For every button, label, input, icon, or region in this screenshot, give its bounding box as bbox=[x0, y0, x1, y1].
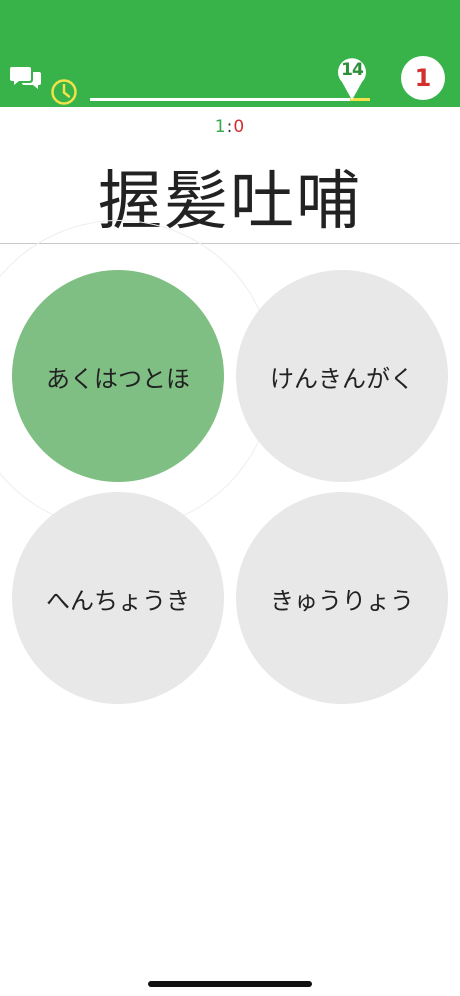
answer-option-3[interactable]: へんちょうき bbox=[12, 492, 224, 704]
answer-label: へんちょうき bbox=[46, 586, 190, 615]
top-bar: 14 1 bbox=[0, 0, 460, 107]
answer-option-4[interactable]: きゅうりょう bbox=[236, 492, 448, 704]
rank-badge: 1 bbox=[401, 56, 445, 100]
answer-label: けんきんがく bbox=[270, 364, 414, 393]
chat-icon[interactable] bbox=[10, 64, 42, 92]
answer-label: あくはつとほ bbox=[46, 364, 190, 393]
answer-option-2[interactable]: けんきんがく bbox=[236, 270, 448, 482]
timer-track bbox=[90, 98, 350, 101]
match-score: 1:0 bbox=[0, 117, 460, 137]
score-right: 0 bbox=[233, 117, 246, 137]
quiz-screen: 14 1 1:0 握髪吐哺 あくはつとほ けんきんがく へんちょうき きゅうりょ… bbox=[0, 0, 460, 996]
clock-icon bbox=[50, 78, 78, 106]
score-left: 1 bbox=[214, 117, 227, 137]
answer-label: きゅうりょう bbox=[270, 586, 414, 615]
answer-option-1[interactable]: あくはつとほ bbox=[12, 270, 224, 482]
timer-value: 14 bbox=[341, 60, 364, 80]
home-indicator[interactable] bbox=[148, 981, 312, 987]
